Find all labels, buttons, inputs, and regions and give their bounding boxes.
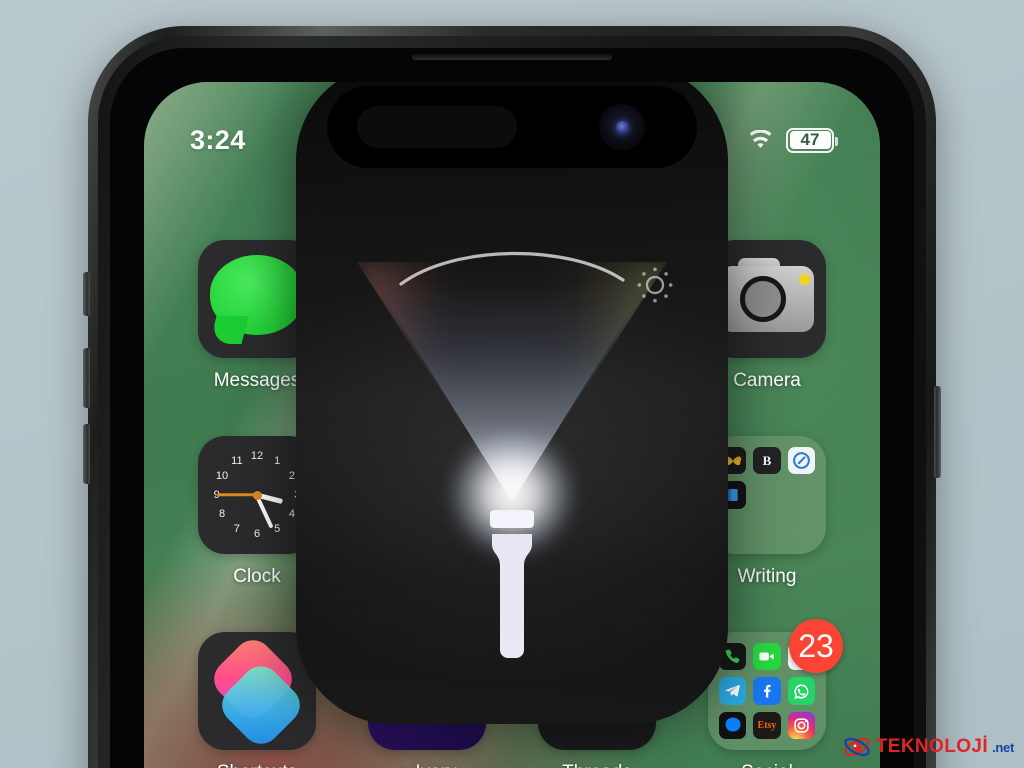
app-label-text: Ivory <box>415 762 456 768</box>
earpiece-speaker-grille <box>412 54 612 60</box>
folder-empty-slot <box>753 481 780 508</box>
folder-empty-slot <box>788 516 815 543</box>
volume-down-button[interactable] <box>83 424 90 484</box>
screenshot-stage: 3:24 47 Messages Camera 12 1 2 4 5 6 7 8… <box>0 0 1024 768</box>
phone-bezel: 3:24 47 Messages Camera 12 1 2 4 5 6 7 8… <box>110 48 914 768</box>
clock-numeral: 6 <box>253 528 261 541</box>
notification-badge: 23 <box>789 619 843 673</box>
folder-empty-slot <box>788 481 815 508</box>
clock-numeral: 4 <box>288 508 296 521</box>
app-label-clock: Clock <box>233 566 281 588</box>
battery-icon: 47 <box>786 127 838 153</box>
clock-face: 12 1 2 3 4 5 6 7 8 9 <box>204 442 310 548</box>
speech-bubble-icon <box>210 255 304 335</box>
whatsapp-app-icon <box>787 677 815 705</box>
clock-center-pin <box>252 490 262 500</box>
battery-percent-label: 47 <box>800 130 820 149</box>
phone-screen[interactable]: 3:24 47 Messages Camera 12 1 2 4 5 6 7 8… <box>144 82 880 768</box>
app-label-text: Social <box>741 762 793 768</box>
status-bar-time: 3:24 <box>190 124 246 155</box>
clock-second-hand <box>217 493 257 497</box>
clock-numeral: 1 <box>274 455 281 468</box>
app-label-text: Camera <box>733 370 801 391</box>
watermark-suffix: .net <box>992 739 1014 755</box>
atom-logo-icon <box>844 737 870 757</box>
dynamic-island-flashlight-control[interactable] <box>296 82 728 724</box>
facebook-app-icon <box>753 677 781 705</box>
app-label-ivory: Ivory <box>397 762 457 768</box>
status-bar-indicators: 47 <box>747 127 838 153</box>
facetime-app-icon <box>753 643 781 671</box>
app-label-text: Shortcuts <box>217 762 297 768</box>
instagram-app-icon <box>787 711 815 739</box>
app-label-text: Threads <box>562 762 632 768</box>
app-label-shortcuts: Shortcuts <box>217 762 297 768</box>
app-label-threads: Threads <box>562 762 632 768</box>
app-label-text: Clock <box>233 566 281 587</box>
drafts-app-icon <box>787 447 815 475</box>
front-camera-icon <box>599 104 645 150</box>
app-label-camera: Camera <box>733 370 801 392</box>
app-label-text: Messages <box>213 370 301 391</box>
bear-app-icon: B <box>753 447 781 475</box>
clock-numeral: 10 <box>215 469 229 482</box>
watermark-text: TEKNOLOJİ <box>875 736 989 757</box>
app-label-text: Writing <box>737 566 797 587</box>
app-label-messages: Messages <box>214 370 301 392</box>
power-button[interactable] <box>934 386 941 478</box>
camera-lens-icon <box>740 276 786 322</box>
volume-up-button[interactable] <box>83 348 90 408</box>
folder-empty-slot <box>753 516 780 543</box>
wifi-icon <box>749 130 772 148</box>
clock-numeral: 12 <box>250 449 264 462</box>
clock-numeral: 7 <box>233 522 240 535</box>
island-bottom-glow <box>296 574 728 724</box>
clock-numeral: 8 <box>218 508 226 521</box>
site-watermark: TEKNOLOJİ .net <box>842 732 1014 762</box>
dynamic-island-notch <box>327 86 697 168</box>
app-label-social-folder: Social <box>741 762 793 768</box>
app-label-writing-folder: Writing <box>738 566 797 588</box>
action-button[interactable] <box>83 272 90 316</box>
truedepth-sensor-pill <box>357 106 517 148</box>
clock-numeral: 5 <box>274 522 281 535</box>
phone-device-frame: 3:24 47 Messages Camera 12 1 2 4 5 6 7 8… <box>83 26 941 768</box>
clock-numeral: 2 <box>288 469 296 482</box>
clock-numeral: 11 <box>231 455 243 468</box>
etsy-app-icon: Etsy <box>753 711 781 739</box>
camera-indicator-dot <box>799 274 810 285</box>
